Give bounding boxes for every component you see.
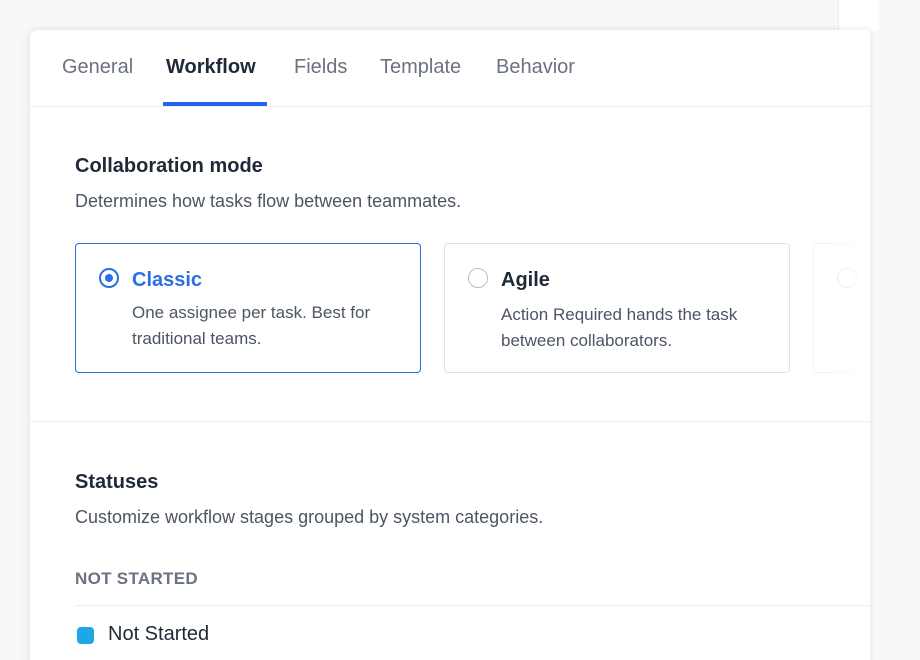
status-name: Not Started [108,623,210,645]
statuses-description: Customize workflow stages grouped by sys… [75,507,544,527]
mode-option-title: Agile [501,269,550,291]
mode-option-title: Classic [132,269,203,291]
radio-unselected-icon[interactable] [837,268,857,288]
radio-selected-icon[interactable] [99,268,119,288]
active-tab-indicator [163,102,267,106]
tab-template[interactable]: Template [380,56,461,79]
tab-workflow[interactable]: Workflow [166,56,256,79]
tab-fields[interactable]: Fields [294,56,347,79]
background-panel [838,0,879,30]
mode-option-classic[interactable]: Classic One assignee per task. Best for … [75,243,421,373]
status-row[interactable]: Not Started [75,622,475,650]
mode-option-description: Action Required hands the task between c… [501,305,738,350]
status-group-label: NOT STARTED [75,569,198,588]
collaboration-mode-title: Collaboration mode [75,155,263,177]
tab-general[interactable]: General [62,56,133,79]
radio-unselected-icon[interactable] [468,268,488,288]
mode-option-description: One assignee per task. Best for traditio… [132,303,371,348]
status-color-chip[interactable] [77,627,94,644]
mode-option-partial[interactable]: A [813,243,870,373]
mode-option-agile[interactable]: Agile Action Required hands the task bet… [444,243,790,373]
tab-behavior[interactable]: Behavior [496,56,575,79]
collaboration-mode-description: Determines how tasks flow between teamma… [75,191,462,211]
section-divider [30,421,870,422]
app-stage: General Workflow Fields Template Behavio… [0,0,920,660]
statuses-title: Statuses [75,471,159,493]
group-divider [75,605,870,606]
tab-bar: General Workflow Fields Template Behavio… [30,30,870,107]
settings-panel: General Workflow Fields Template Behavio… [30,30,870,660]
